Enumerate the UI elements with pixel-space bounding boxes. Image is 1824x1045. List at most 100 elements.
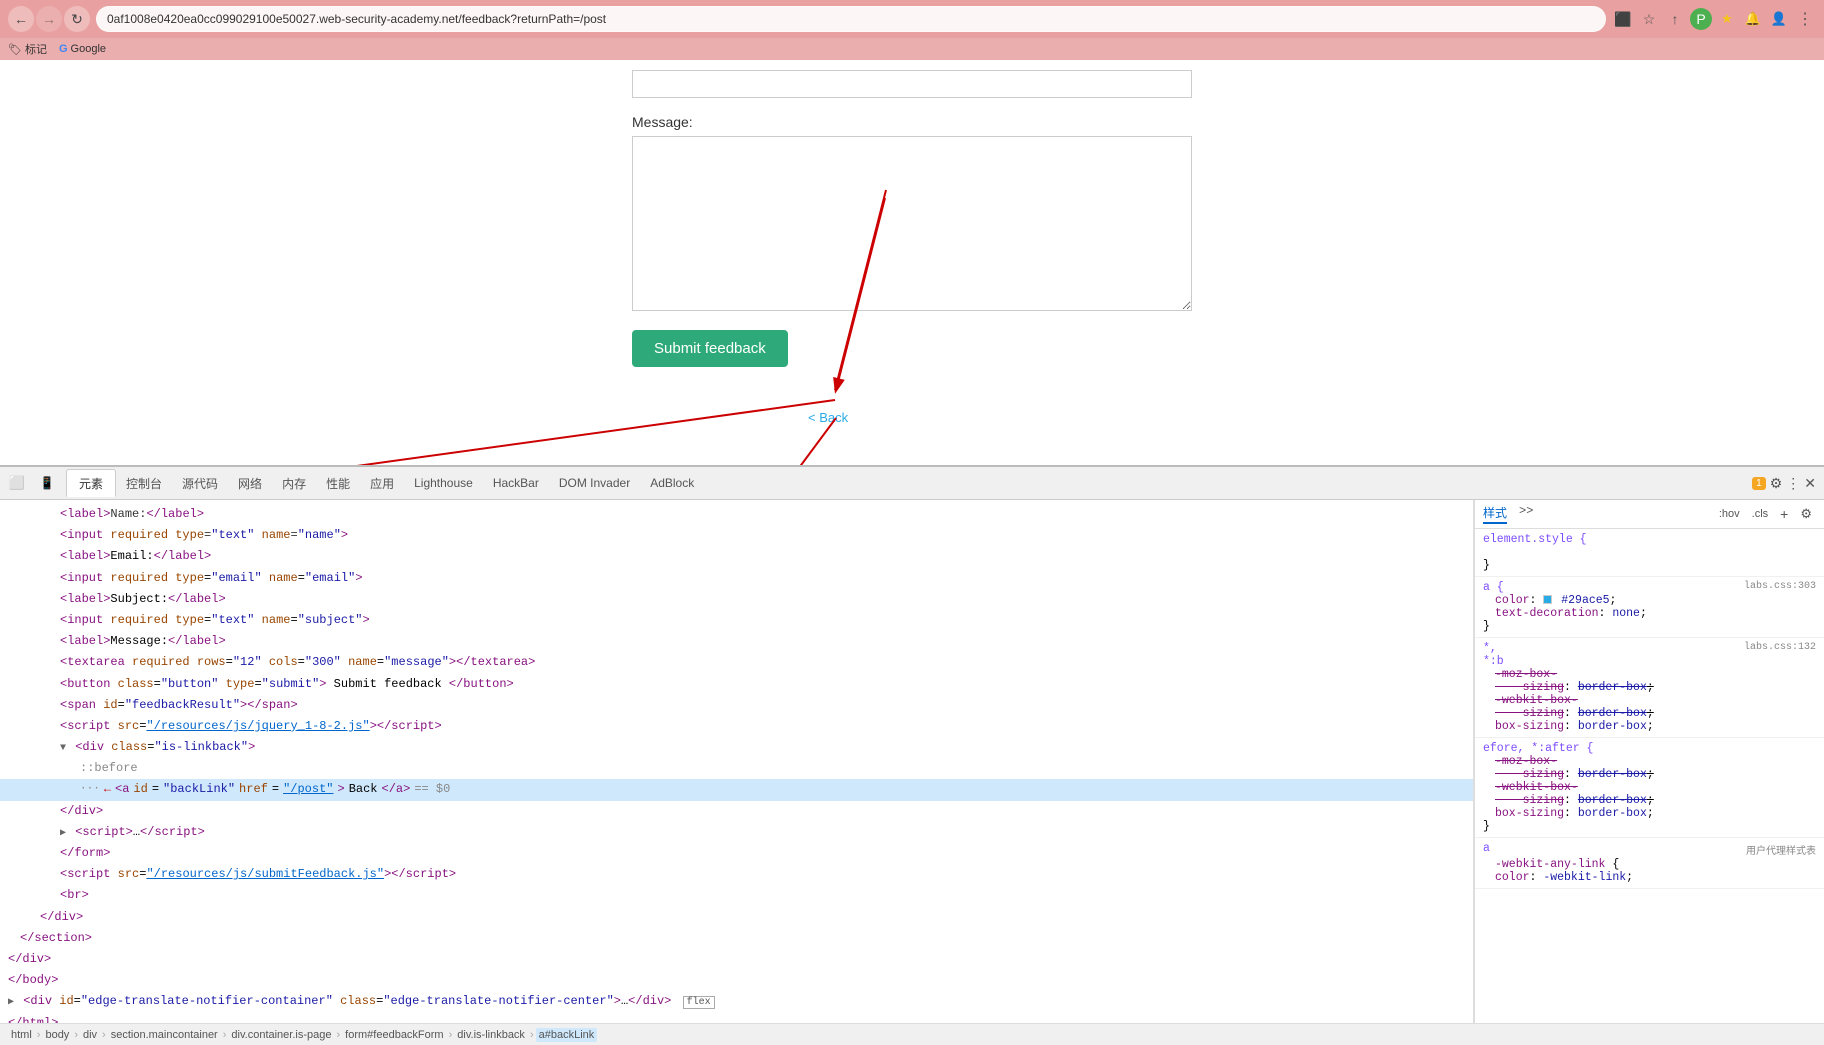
style-rule-user-agent: a 用户代理样式表 -webkit-any-link { color: -web…	[1475, 838, 1824, 889]
style-rule-element: element.style { }	[1475, 529, 1824, 577]
tab-sources[interactable]: 源代码	[172, 469, 228, 497]
nav-buttons: ← → ↻	[8, 6, 90, 32]
styles-hov-button[interactable]: :hov	[1715, 505, 1744, 523]
styles-cls-button[interactable]: .cls	[1748, 505, 1773, 523]
styles-panel-header: 样式 >> :hov .cls + ⚙	[1475, 500, 1824, 529]
devtools-breadcrumb: html › body › div › section.maincontaine…	[0, 1023, 1824, 1045]
breadcrumb-sep-6: ›	[449, 1029, 453, 1041]
dom-line-3: <label>Email:</label>	[0, 546, 1473, 567]
dom-line-7: <label>Message:</label>	[0, 631, 1473, 652]
notification-icon[interactable]: 🔔	[1742, 8, 1764, 30]
styles-tab[interactable]: 样式	[1483, 504, 1507, 524]
inspect-element-icon[interactable]: ⬜	[4, 470, 30, 496]
devtools-close-button[interactable]: ✕	[1804, 475, 1816, 492]
dom-line-4: <input required type="email" name="email…	[0, 568, 1473, 589]
tab-adblock[interactable]: AdBlock	[640, 469, 704, 497]
breadcrumb-linkback[interactable]: div.is-linkback	[454, 1028, 528, 1042]
tab-application[interactable]: 应用	[360, 469, 404, 497]
breadcrumb-sep-3: ›	[102, 1029, 106, 1041]
badge-1: 1	[1752, 477, 1766, 490]
breadcrumb-sep-5: ›	[337, 1029, 341, 1041]
dom-line-20: </div>	[0, 907, 1473, 928]
breadcrumb-sep-2: ›	[74, 1029, 78, 1041]
dom-line-5: <label>Subject:</label>	[0, 589, 1473, 610]
dom-line-11: <script src="/resources/js/jquery_1-8-2.…	[0, 716, 1473, 737]
message-textarea[interactable]	[632, 136, 1192, 311]
download-icon[interactable]: ↑	[1664, 8, 1686, 30]
breadcrumb-section[interactable]: section.maincontainer	[108, 1028, 221, 1042]
breadcrumb-div[interactable]: div	[80, 1028, 100, 1042]
bookmark-icon[interactable]: ☆	[1638, 8, 1660, 30]
devtools-body: <label>Name:</label> <input required typ…	[0, 500, 1824, 1023]
nav-back-button[interactable]: ←	[8, 6, 34, 32]
breadcrumb-sep-1: ›	[37, 1029, 41, 1041]
dom-line-13: ::before	[0, 758, 1473, 779]
webpage-area: Message: Submit feedback < Back	[0, 60, 1824, 480]
tab-console[interactable]: 控制台	[116, 469, 172, 497]
breadcrumb-backlink[interactable]: a#backLink	[536, 1028, 598, 1042]
breadcrumb-body[interactable]: body	[42, 1028, 72, 1042]
account-icon[interactable]: 👤	[1768, 8, 1790, 30]
devtools-panel: ⬜ 📱 元素 控制台 源代码 网络 内存 性能 应用 Lighthouse Ha…	[0, 465, 1824, 1045]
message-label: Message:	[632, 114, 1192, 130]
dom-line-25: </html>	[0, 1013, 1473, 1024]
more-menu-button[interactable]: ⋮	[1794, 8, 1816, 30]
styles-plus-button[interactable]: +	[1776, 505, 1792, 523]
devtools-tabs-bar: ⬜ 📱 元素 控制台 源代码 网络 内存 性能 应用 Lighthouse Ha…	[0, 467, 1824, 500]
name-input[interactable]	[632, 70, 1192, 98]
tab-hackbar[interactable]: HackBar	[483, 469, 549, 497]
devtools-more-button[interactable]: ⋮	[1786, 475, 1800, 492]
breadcrumb-sep-7: ›	[530, 1029, 534, 1041]
bookmark-google[interactable]: G Google	[59, 43, 106, 55]
tab-dom-invader[interactable]: DOM Invader	[549, 469, 640, 497]
dom-line-6: <input required type="text" name="subjec…	[0, 610, 1473, 631]
dom-panel[interactable]: <label>Name:</label> <input required typ…	[0, 500, 1474, 1023]
nav-forward-button[interactable]: →	[36, 6, 62, 32]
breadcrumb-form[interactable]: form#feedbackForm	[342, 1028, 446, 1042]
address-bar[interactable]	[96, 6, 1606, 32]
devtools-settings-button[interactable]: ⚙	[1770, 475, 1783, 492]
selected-arrow-icon: ←	[104, 780, 111, 799]
dom-line-23: </body>	[0, 970, 1473, 991]
dom-line-21: </section>	[0, 928, 1473, 949]
dom-line-10: <span id="feedbackResult"></span>	[0, 695, 1473, 716]
breadcrumb-container[interactable]: div.container.is-page	[228, 1028, 334, 1042]
browser-toolbar: ← → ↻ ⬛ ☆ ↑ P ★ 🔔 👤 ⋮	[0, 0, 1824, 38]
device-toolbar-icon[interactable]: 📱	[34, 470, 60, 496]
extensions-icon[interactable]: ⬛	[1612, 8, 1634, 30]
selected-marker: ···	[80, 781, 100, 799]
webpage-content: Message: Submit feedback	[0, 60, 1824, 377]
breadcrumb-sep-4: ›	[223, 1029, 227, 1041]
dom-line-selected[interactable]: ··· ← <a id="backLink" href="/post">Back…	[0, 779, 1473, 800]
bookmark-icon-google: G	[59, 43, 68, 55]
tab-performance[interactable]: 性能	[316, 469, 360, 497]
computed-tab[interactable]: >>	[1519, 504, 1533, 524]
style-rule-after: efore, *:after { -moz-box- sizing: borde…	[1475, 738, 1824, 838]
dom-line-1: <label>Name:</label>	[0, 504, 1473, 525]
back-link[interactable]: < Back	[808, 410, 848, 425]
dom-line-8: <textarea required rows="12" cols="300" …	[0, 652, 1473, 673]
nav-refresh-button[interactable]: ↻	[64, 6, 90, 32]
devtools-settings-area: 1 ⚙ ⋮ ✕	[1752, 475, 1820, 492]
tab-memory[interactable]: 内存	[272, 469, 316, 497]
bookmarks-bar: 🏷 标记 G Google	[0, 38, 1824, 60]
breadcrumb-html[interactable]: html	[8, 1028, 35, 1042]
tab-elements[interactable]: 元素	[66, 469, 116, 497]
tab-network[interactable]: 网络	[228, 469, 272, 497]
bookmark-biaoji[interactable]: 🏷 标记	[8, 41, 47, 57]
submit-feedback-button[interactable]: Submit feedback	[632, 330, 788, 367]
profile-icon[interactable]: P	[1690, 8, 1712, 30]
dom-line-16: ▶ <script>…</script>	[0, 822, 1473, 843]
bookmark-icon-biaoji: 🏷	[8, 43, 22, 56]
extension-icon-1[interactable]: ★	[1716, 8, 1738, 30]
dom-line-18: <script src="/resources/js/submitFeedbac…	[0, 864, 1473, 885]
browser-chrome: ← → ↻ ⬛ ☆ ↑ P ★ 🔔 👤 ⋮ 🏷 标记 G Google	[0, 0, 1824, 60]
styles-panel: 样式 >> :hov .cls + ⚙ element.style { }	[1474, 500, 1824, 1023]
styles-settings-button[interactable]: ⚙	[1796, 505, 1816, 523]
dom-line-24: ▶ <div id="edge-translate-notifier-conta…	[0, 991, 1473, 1012]
dom-line-15: </div>	[0, 801, 1473, 822]
style-rule-star: *,*:b labs.css:132 -moz-box- sizing: bor…	[1475, 638, 1824, 738]
bookmark-label-google: Google	[71, 43, 106, 55]
tab-lighthouse[interactable]: Lighthouse	[404, 469, 483, 497]
dom-line-17: </form>	[0, 843, 1473, 864]
